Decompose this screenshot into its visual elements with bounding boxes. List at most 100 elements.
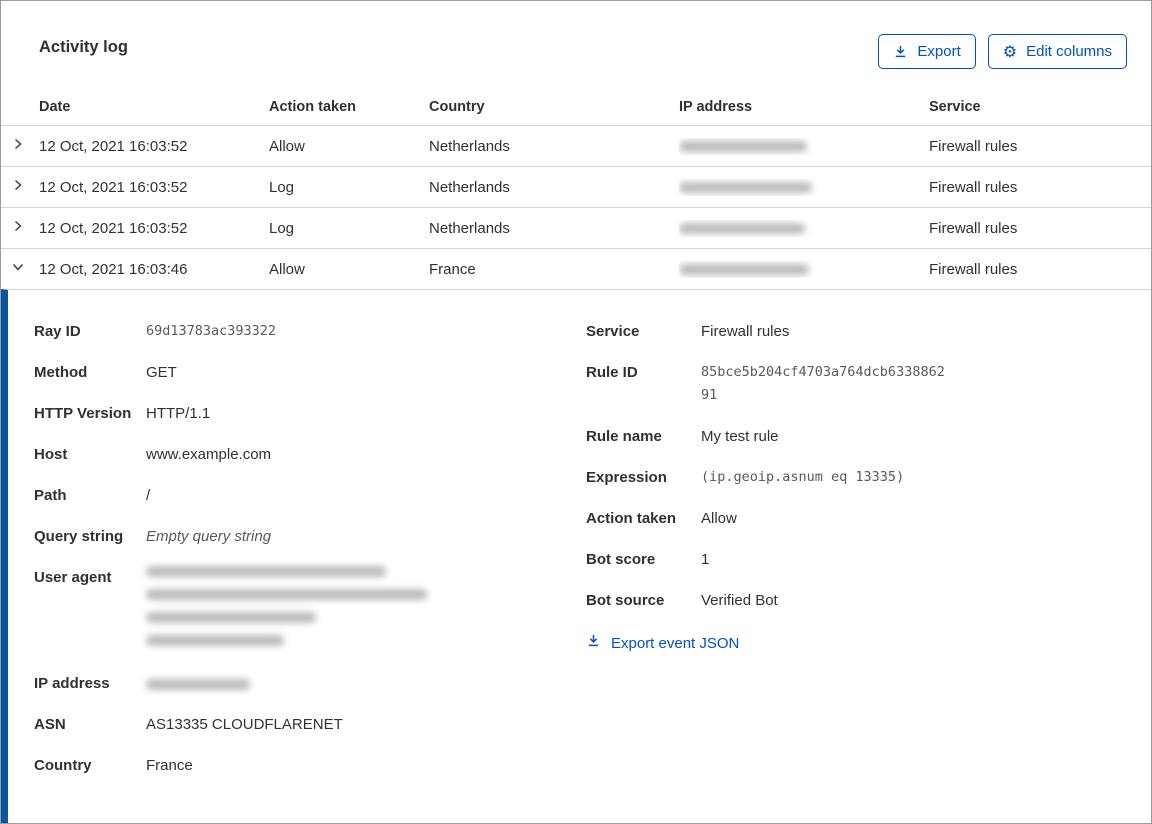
detail-field-rule-id: Rule ID 85bce5b204cf4703a764dcb633886291: [586, 361, 1127, 407]
event-detail-panel: Ray ID 69d13783ac393322 Method GET HTTP …: [1, 289, 1151, 823]
field-label: Bot source: [586, 592, 665, 609]
column-header-country: Country: [429, 99, 485, 115]
export-button[interactable]: Export: [878, 34, 976, 69]
download-icon: [586, 632, 601, 655]
field-value: (ip.geoip.asnum eq 13335): [701, 469, 905, 485]
field-label: Ray ID: [34, 323, 81, 340]
detail-field-query-string: Query string Empty query string: [34, 525, 560, 548]
field-label: Expression: [586, 469, 667, 486]
export-button-label: Export: [917, 43, 961, 60]
column-header-action-taken: Action taken: [269, 99, 357, 115]
cell-action-taken: Log: [269, 219, 295, 237]
field-label: Service: [586, 323, 640, 340]
table-header: Date Action taken Country IP address Ser…: [1, 89, 1151, 125]
field-value: AS13335 CLOUDFLARENET: [146, 716, 343, 733]
expand-row-button[interactable]: [1, 137, 39, 155]
edit-columns-button-label: Edit columns: [1026, 43, 1112, 60]
chevron-right-icon: [11, 178, 25, 196]
field-value-redacted: [146, 672, 250, 695]
cell-action-taken: Allow: [269, 260, 305, 278]
cell-service: Firewall rules: [929, 137, 1018, 155]
table-row[interactable]: 12 Oct, 2021 16:03:52 Allow Netherlands …: [1, 125, 1151, 166]
cell-country: Netherlands: [429, 219, 510, 237]
detail-field-rule-name: Rule name My test rule: [586, 425, 1127, 448]
field-label: Country: [34, 757, 92, 774]
column-header-date: Date: [39, 99, 71, 115]
detail-field-http-version: HTTP Version HTTP/1.1: [34, 402, 560, 425]
field-value-redacted: [146, 566, 427, 658]
field-value: HTTP/1.1: [146, 405, 211, 422]
activity-log-panel: Activity log Export ⚙ Edit columns Date …: [0, 0, 1152, 824]
chevron-right-icon: [11, 137, 25, 155]
field-value: Allow: [701, 510, 737, 527]
gear-icon: ⚙: [1002, 41, 1018, 61]
field-label: HTTP Version: [34, 405, 132, 422]
cell-service: Firewall rules: [929, 178, 1018, 196]
field-value: My test rule: [701, 428, 779, 445]
export-event-json-link[interactable]: Export event JSON: [586, 632, 739, 655]
field-label: Query string: [34, 528, 124, 545]
cell-action-taken: Log: [269, 178, 295, 196]
collapse-row-button[interactable]: [1, 260, 39, 278]
cell-date: 12 Oct, 2021 16:03:52: [39, 178, 188, 196]
field-value: 69d13783ac393322: [146, 323, 277, 339]
table-row[interactable]: 12 Oct, 2021 16:03:52 Log Netherlands Fi…: [1, 207, 1151, 248]
edit-columns-button[interactable]: ⚙ Edit columns: [987, 34, 1127, 69]
cell-service: Firewall rules: [929, 219, 1018, 237]
field-label: Method: [34, 364, 88, 381]
chevron-right-icon: [11, 219, 25, 237]
field-value: www.example.com: [146, 446, 272, 463]
detail-field-action-taken: Action taken Allow: [586, 507, 1127, 530]
topbar: Activity log Export ⚙ Edit columns: [1, 1, 1151, 89]
field-label: Rule ID: [586, 364, 638, 381]
expand-row-button[interactable]: [1, 178, 39, 196]
download-icon: [893, 44, 908, 59]
detail-field-bot-source: Bot source Verified Bot: [586, 589, 1127, 612]
field-label: Rule name: [586, 428, 662, 445]
cell-date: 12 Oct, 2021 16:03:52: [39, 137, 188, 155]
cell-ip-address-redacted: [679, 179, 929, 196]
toolbar-actions: Export ⚙ Edit columns: [878, 34, 1127, 69]
cell-country: Netherlands: [429, 137, 510, 155]
cell-date: 12 Oct, 2021 16:03:52: [39, 219, 188, 237]
expand-row-button[interactable]: [1, 219, 39, 237]
field-value: Empty query string: [146, 528, 272, 545]
detail-right-column: Service Firewall rules Rule ID 85bce5b20…: [560, 320, 1127, 823]
field-value: /: [146, 487, 151, 504]
detail-field-user-agent: User agent: [34, 566, 560, 658]
field-label: IP address: [34, 675, 110, 692]
field-value: GET: [146, 364, 177, 381]
field-value: 85bce5b204cf4703a764dcb633886291: [701, 364, 945, 403]
column-header-ip-address: IP address: [679, 99, 753, 115]
detail-field-method: Method GET: [34, 361, 560, 384]
detail-left-column: Ray ID 69d13783ac393322 Method GET HTTP …: [34, 320, 560, 823]
field-label: Path: [34, 487, 67, 504]
page-title: Activity log: [39, 38, 128, 56]
field-label: Bot score: [586, 551, 656, 568]
table-row-expanded[interactable]: 12 Oct, 2021 16:03:46 Allow France Firew…: [1, 248, 1151, 289]
detail-field-expression: Expression (ip.geoip.asnum eq 13335): [586, 466, 1127, 489]
cell-country: Netherlands: [429, 178, 510, 196]
detail-field-country: Country France: [34, 754, 560, 777]
detail-field-asn: ASN AS13335 CLOUDFLARENET: [34, 713, 560, 736]
chevron-down-icon: [11, 260, 25, 278]
cell-ip-address-redacted: [679, 138, 929, 155]
field-value: Verified Bot: [701, 592, 778, 609]
cell-ip-address-redacted: [679, 220, 929, 237]
field-value: Firewall rules: [701, 323, 790, 340]
detail-field-bot-score: Bot score 1: [586, 548, 1127, 571]
cell-service: Firewall rules: [929, 260, 1018, 278]
field-label: User agent: [34, 569, 112, 586]
cell-date: 12 Oct, 2021 16:03:46: [39, 260, 188, 278]
cell-ip-address-redacted: [679, 261, 929, 278]
table-row[interactable]: 12 Oct, 2021 16:03:52 Log Netherlands Fi…: [1, 166, 1151, 207]
export-event-json-label: Export event JSON: [611, 635, 740, 652]
field-label: ASN: [34, 716, 66, 733]
detail-field-path: Path /: [34, 484, 560, 507]
detail-field-ray-id: Ray ID 69d13783ac393322: [34, 320, 560, 343]
detail-field-service: Service Firewall rules: [586, 320, 1127, 343]
detail-field-ip-address: IP address: [34, 672, 560, 695]
field-value: 1: [701, 551, 710, 568]
column-header-service: Service: [929, 99, 981, 115]
field-label: Action taken: [586, 510, 677, 527]
